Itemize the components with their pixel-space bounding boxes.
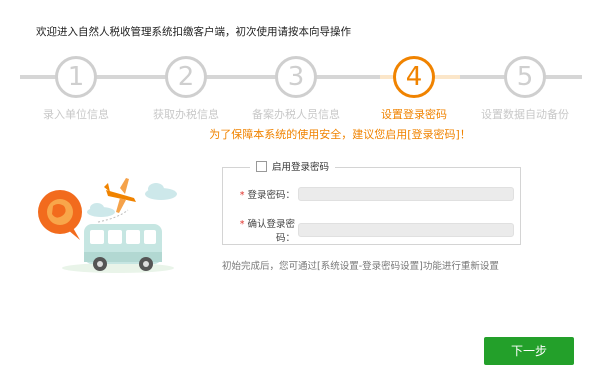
next-button[interactable]: 下一步	[484, 337, 574, 365]
required-mark: *	[239, 219, 245, 230]
step-3: 3 备案办税人员信息	[241, 56, 351, 122]
step-2: 2 获取办税信息	[131, 56, 241, 122]
airplane-icon	[104, 178, 136, 213]
enable-password-checkbox[interactable]	[256, 160, 267, 172]
password-label: 登录密码：	[247, 190, 295, 201]
step-label: 获取办税信息	[153, 108, 219, 121]
settings-note: 初始完成后，您可通过[系统设置-登录密码设置]功能进行重新设置	[222, 261, 499, 272]
wizard-title: 欢迎进入自然人税收管理系统扣缴客户端，初次使用请按本向导操作	[36, 26, 351, 38]
step-5: 5 设置数据自动备份	[470, 56, 580, 122]
cloud-icon	[87, 203, 115, 217]
confirm-password-label: 确认登录密码：	[247, 219, 295, 244]
step-number: 1	[55, 56, 97, 98]
security-hint: 为了保障本系统的使用安全，建议您启用[登录密码]！	[209, 128, 471, 141]
globe-chat-icon	[38, 190, 82, 240]
required-mark: *	[239, 190, 245, 201]
cloud-icon	[145, 183, 177, 200]
step-number: 5	[504, 56, 546, 98]
step-number: 3	[275, 56, 317, 98]
step-number: 2	[165, 56, 207, 98]
step-label: 设置登录密码	[381, 108, 447, 121]
bus-icon	[84, 224, 162, 271]
travel-illustration	[38, 178, 177, 273]
confirm-password-field[interactable]	[298, 223, 514, 237]
step-1: 1 录入单位信息	[21, 56, 131, 122]
wizard-stepper: 1 录入单位信息 2 获取办税信息 3 备案办税人员信息 4 设置登录密码 5 …	[0, 56, 600, 126]
enable-password-label: 启用登录密码	[272, 162, 330, 173]
password-field[interactable]	[298, 187, 514, 201]
step-number: 4	[393, 56, 435, 98]
step-label: 录入单位信息	[43, 108, 109, 121]
enable-password-toggle[interactable]: 启用登录密码	[250, 159, 336, 173]
step-label: 设置数据自动备份	[481, 108, 569, 121]
password-settings-group: * 登录密码： * 确认登录密码：	[222, 167, 521, 245]
step-4: 4 设置登录密码	[359, 56, 469, 122]
step-label: 备案办税人员信息	[252, 108, 340, 121]
